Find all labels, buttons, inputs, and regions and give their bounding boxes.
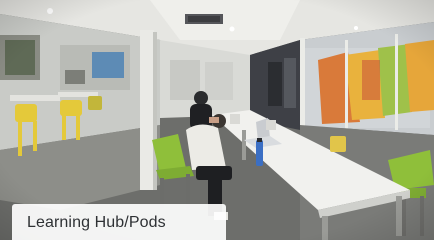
caption-text: Learning Hub/Pods	[27, 214, 166, 231]
card-caption[interactable]: Learning Hub/Pods	[12, 204, 226, 240]
location-card[interactable]: Learning Hub/Pods	[0, 0, 434, 240]
